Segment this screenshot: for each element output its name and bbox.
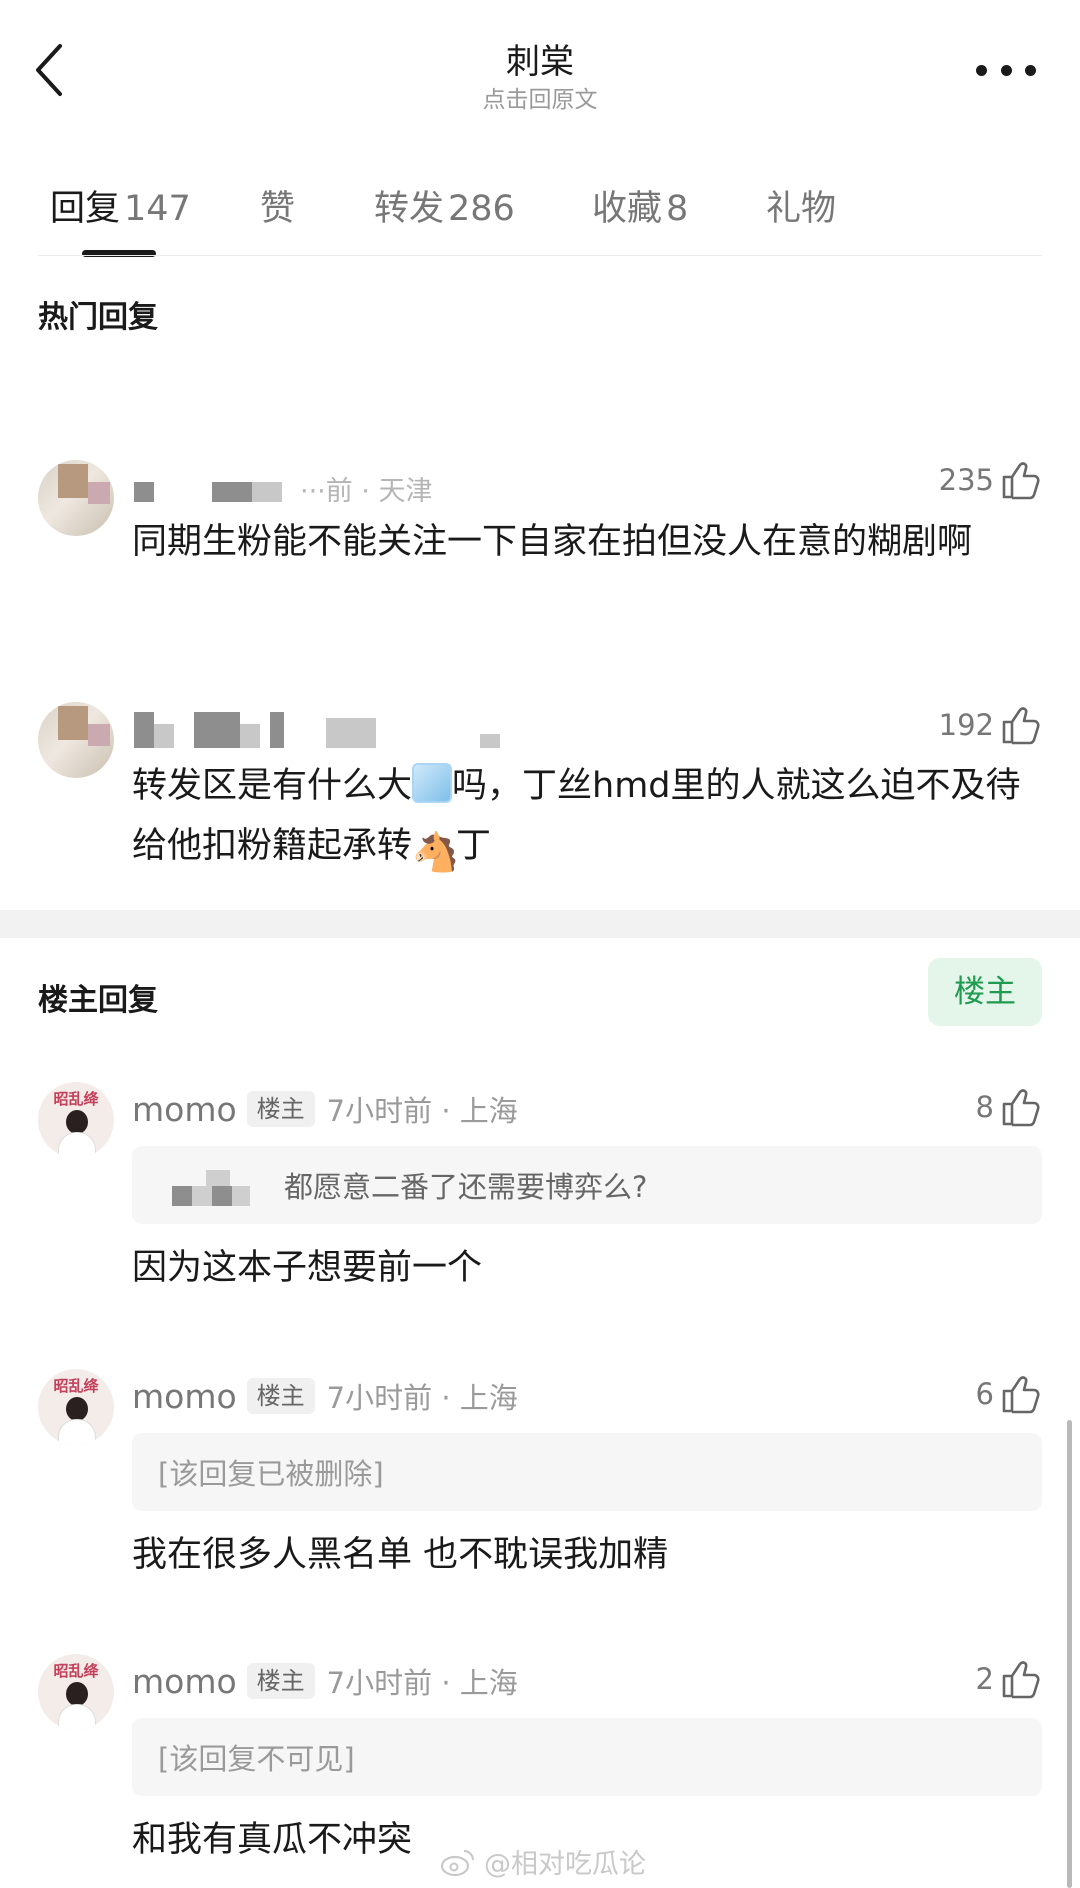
thumbs-up-icon (1002, 707, 1040, 745)
like-button[interactable]: 6 (976, 1373, 1042, 1415)
top-bar: 刺棠 点击回原文 (0, 0, 1080, 140)
tab-gifts[interactable]: 礼物 (766, 180, 836, 231)
comment-text: 同期生粉能不能关注一下自家在拍但没人在意的糊剧啊 (132, 522, 973, 562)
comment-text: 因为这本子想要前一个 (132, 1248, 483, 1288)
avatar[interactable] (38, 460, 114, 536)
quote-text: [该回复已被删除] (158, 1457, 384, 1491)
more-options-icon[interactable] (976, 60, 1036, 80)
avatar[interactable]: 昭乱绛 (38, 1082, 114, 1158)
comment-meta: momo 楼主 7小时前 · 上海 (132, 1088, 518, 1130)
avatar[interactable]: 昭乱绛 (38, 1654, 114, 1730)
tab-bar: 回复 147 赞 转发 286 收藏 8 礼物 (0, 170, 1080, 260)
watermark: @相对吃瓜论 (440, 1842, 646, 1881)
op-replies-heading: 楼主回复 (38, 983, 158, 1018)
scrollbar[interactable] (1067, 1420, 1072, 1888)
like-button[interactable]: 2 (976, 1658, 1042, 1700)
op-badge: 楼主 (246, 1378, 315, 1414)
username[interactable]: momo (132, 1662, 237, 1701)
avatar[interactable] (38, 702, 114, 778)
comment-meta: momo 楼主 7小时前 · 上海 (132, 1375, 518, 1417)
back-to-original-link[interactable]: 点击回原文 (0, 80, 1080, 114)
thumbs-up-icon (1002, 1089, 1040, 1127)
op-badge: 楼主 (246, 1091, 315, 1127)
quote-text: 都愿意二番了还需要博弈么? (284, 1170, 648, 1204)
time-location: 7小时前 · 上海 (326, 1666, 518, 1700)
quote-text: [该回复不可见] (158, 1742, 355, 1776)
blurred-username (134, 712, 514, 748)
hot-replies-heading: 热门回复 (38, 300, 158, 335)
comment-meta: momo 楼主 7小时前 · 上海 (132, 1660, 518, 1702)
quoted-reply: [该回复不可见] (132, 1718, 1042, 1796)
like-button[interactable]: 235 (939, 459, 1042, 501)
op-filter-button[interactable]: 楼主 (928, 958, 1042, 1026)
tab-favorites[interactable]: 收藏 8 (592, 180, 688, 231)
horse-emoji: 🐴 (412, 830, 460, 874)
comment-text: 我在很多人黑名单 也不耽误我加精 (132, 1535, 669, 1575)
section-separator (0, 910, 1080, 938)
time-location: 7小时前 · 上海 (326, 1381, 518, 1415)
thumbs-up-icon (1002, 1661, 1040, 1699)
quoted-reply: [该回复已被删除] (132, 1433, 1042, 1511)
divider (38, 255, 1042, 256)
tab-likes[interactable]: 赞 (260, 180, 295, 231)
quoted-reply[interactable]: 都愿意二番了还需要博弈么? (132, 1146, 1042, 1224)
ice-cube-emoji (412, 763, 453, 803)
op-badge: 楼主 (246, 1663, 315, 1699)
avatar[interactable]: 昭乱绛 (38, 1369, 114, 1445)
username[interactable]: momo (132, 1377, 237, 1416)
tab-reposts[interactable]: 转发 286 (374, 180, 515, 231)
blurred-username (172, 1170, 252, 1210)
weibo-logo-icon (440, 1849, 475, 1876)
thumbs-up-icon (1002, 462, 1040, 500)
thumbs-up-icon (1002, 1376, 1040, 1414)
page-title: 刺棠 (506, 42, 574, 82)
username[interactable]: momo (132, 1090, 237, 1129)
tab-replies[interactable]: 回复 147 (50, 180, 191, 231)
time-location: ···前 · 天津 (300, 476, 433, 507)
like-button[interactable]: 8 (976, 1086, 1042, 1128)
comment-text: 转发区是有什么大 吗，丁丝hmd里的人就这么迫不及待给他扣粉籍起承转🐴丁 (132, 756, 1042, 876)
like-button[interactable]: 192 (939, 704, 1042, 746)
time-location: 7小时前 · 上海 (326, 1094, 518, 1128)
